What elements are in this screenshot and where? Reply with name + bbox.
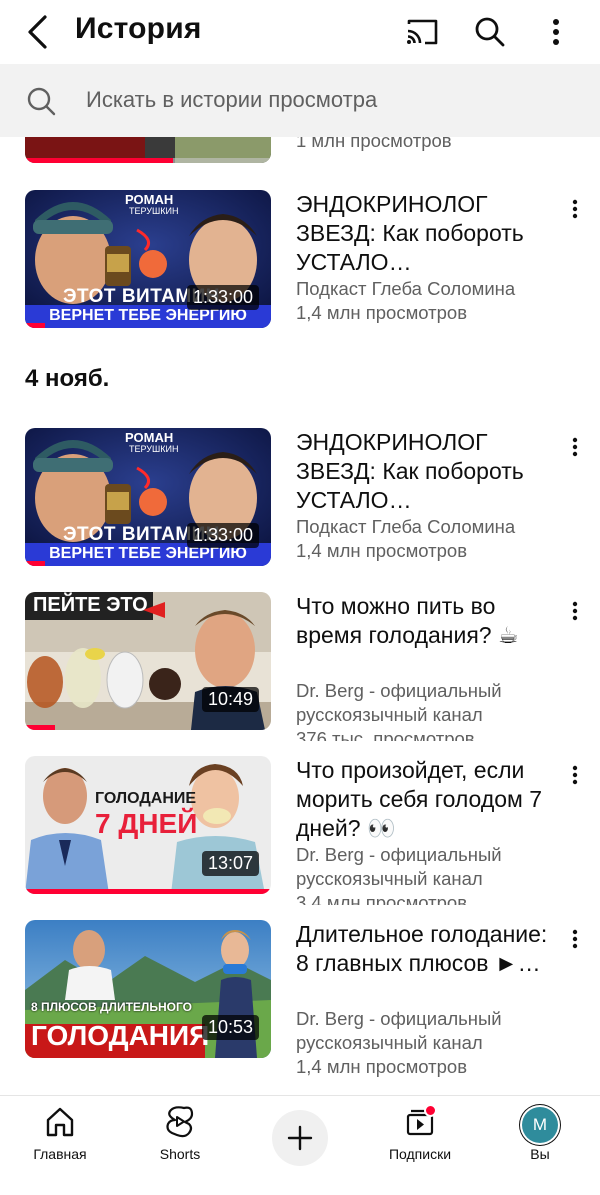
video-title[interactable]: Длительное голодание: 8 главных плюсов ►…: [296, 920, 554, 1007]
video-more-button[interactable]: [562, 432, 588, 462]
more-vert-icon: [572, 437, 578, 457]
watch-progress: [25, 323, 45, 328]
video-views: 1,4 млн просмотров: [296, 1056, 468, 1077]
video-item[interactable]: РОМАН ТЕРУШКИН ЭТОТ ВИТАМИН ВЕРНЕТ ТЕБЕ …: [0, 428, 600, 568]
video-title[interactable]: ЭНДОКРИНОЛОГ ЗВЕЗД: Как побороть УСТАЛО…: [296, 428, 554, 515]
video-more-button[interactable]: [562, 760, 588, 790]
video-duration: 10:49: [201, 687, 259, 712]
more-vert-icon: [572, 765, 578, 785]
video-channel: Dr. Berg - официальный: [296, 1008, 502, 1029]
video-views: 1,4 млн просмотров: [296, 540, 468, 561]
video-views: 376 тыс. просмотров: [296, 728, 475, 741]
more-vert-icon: [572, 929, 578, 949]
watch-progress: [25, 725, 55, 730]
nav-shorts[interactable]: Shorts: [125, 1096, 235, 1195]
video-channel-line2: русскоязычный канал: [296, 1032, 483, 1053]
video-title[interactable]: Что можно пить во время голодания? ☕: [296, 592, 554, 679]
video-item[interactable]: 8 ПЛЮСОВ ДЛИТЕЛЬНОГО ГОЛОДАНИЯ 10:53 Дли…: [0, 920, 600, 1077]
date-header: 4 нояб.: [25, 365, 110, 392]
search-button[interactable]: [466, 8, 514, 56]
video-item[interactable]: ГОЛОДАНИЕ 7 ДНЕЙ 13:07 Что произойдет, е…: [0, 756, 600, 905]
page-title: История: [75, 12, 202, 45]
video-more-button[interactable]: [562, 194, 588, 224]
video-thumbnail[interactable]: ГОЛОДАНИЕ 7 ДНЕЙ 13:07: [25, 756, 271, 894]
nav-home[interactable]: Главная: [5, 1096, 115, 1195]
nav-label: Подписки: [388, 1146, 452, 1162]
video-views: 3,4 млн просмотров: [296, 892, 468, 905]
video-more-button[interactable]: [562, 924, 588, 954]
video-channel: Подкаст Глеба Соломина: [296, 516, 516, 537]
watch-progress: [25, 561, 45, 566]
nav-subscriptions[interactable]: Подписки: [365, 1096, 475, 1195]
video-item[interactable]: ПЕЙТЕ ЭТО 10:49 Что можно пить во время …: [0, 592, 600, 741]
video-thumbnail[interactable]: ПЕЙТЕ ЭТО 10:49: [25, 592, 271, 730]
more-vert-icon: [572, 601, 578, 621]
nav-label: Вы: [530, 1146, 550, 1162]
video-views: 1,4 млн просмотров: [296, 302, 468, 323]
history-list[interactable]: 1 млн просмотров РОМАН ТЕРУШКИН ЭТОТ ВИТ…: [0, 137, 600, 1095]
bottom-navigation: Главная Shorts Подписки M Вы: [0, 1095, 600, 1195]
create-button[interactable]: [272, 1110, 328, 1166]
video-duration: 13:07: [201, 851, 259, 876]
video-item[interactable]: РОМАН ТЕРУШКИН ЭТОТ ВИТАМИН ВЕРНЕТ ТЕБЕ …: [0, 190, 600, 330]
create-plus-icon: [287, 1125, 313, 1151]
video-channel: Dr. Berg - официальный: [296, 844, 502, 865]
history-search-input[interactable]: [86, 82, 566, 118]
watch-progress: [25, 158, 173, 163]
search-icon: [27, 87, 56, 116]
more-options-button[interactable]: [532, 8, 580, 56]
nav-label: Shorts: [159, 1146, 201, 1162]
history-search-bar: [0, 64, 600, 137]
video-thumbnail[interactable]: РОМАН ТЕРУШКИН ЭТОТ ВИТАМИН ВЕРНЕТ ТЕБЕ …: [25, 190, 271, 328]
more-vert-icon: [553, 19, 559, 45]
notification-dot: [424, 1104, 437, 1117]
video-duration: 10:53: [201, 1015, 259, 1040]
video-title[interactable]: ЭНДОКРИНОЛОГ ЗВЕЗД: Как побороть УСТАЛО…: [296, 190, 554, 277]
avatar: M: [522, 1107, 558, 1143]
watch-progress: [25, 889, 271, 894]
video-views: 1 млн просмотров: [296, 137, 452, 151]
nav-you[interactable]: M Вы: [485, 1096, 595, 1195]
video-channel: Dr. Berg - официальный: [296, 680, 502, 701]
home-icon: [46, 1107, 74, 1137]
cast-button[interactable]: [398, 8, 446, 56]
back-arrow-icon: [28, 15, 47, 49]
video-thumbnail[interactable]: 8 ПЛЮСОВ ДЛИТЕЛЬНОГО ГОЛОДАНИЯ 10:53: [25, 920, 271, 1058]
video-title[interactable]: Что произойдет, если морить себя голодом…: [296, 756, 554, 843]
back-button[interactable]: [14, 8, 62, 56]
video-channel-line2: русскоязычный канал: [296, 868, 483, 889]
search-icon: [475, 17, 505, 47]
video-more-button[interactable]: [562, 596, 588, 626]
video-channel-line2: русскоязычный канал: [296, 704, 483, 725]
shorts-icon: [166, 1106, 194, 1138]
video-duration: 1:33:00: [186, 523, 259, 548]
video-duration: 1:33:00: [186, 285, 259, 310]
cast-icon: [407, 19, 438, 45]
video-thumbnail[interactable]: РОМАН ТЕРУШКИН ЭТОТ ВИТАМИН ВЕРНЕТ ТЕБЕ …: [25, 428, 271, 566]
video-thumbnail[interactable]: [25, 137, 271, 163]
video-item-partial[interactable]: 1 млн просмотров: [0, 137, 600, 165]
video-channel: Подкаст Глеба Соломина: [296, 278, 516, 299]
nav-label: Главная: [33, 1146, 87, 1162]
more-vert-icon: [572, 199, 578, 219]
top-bar: История: [0, 0, 600, 64]
